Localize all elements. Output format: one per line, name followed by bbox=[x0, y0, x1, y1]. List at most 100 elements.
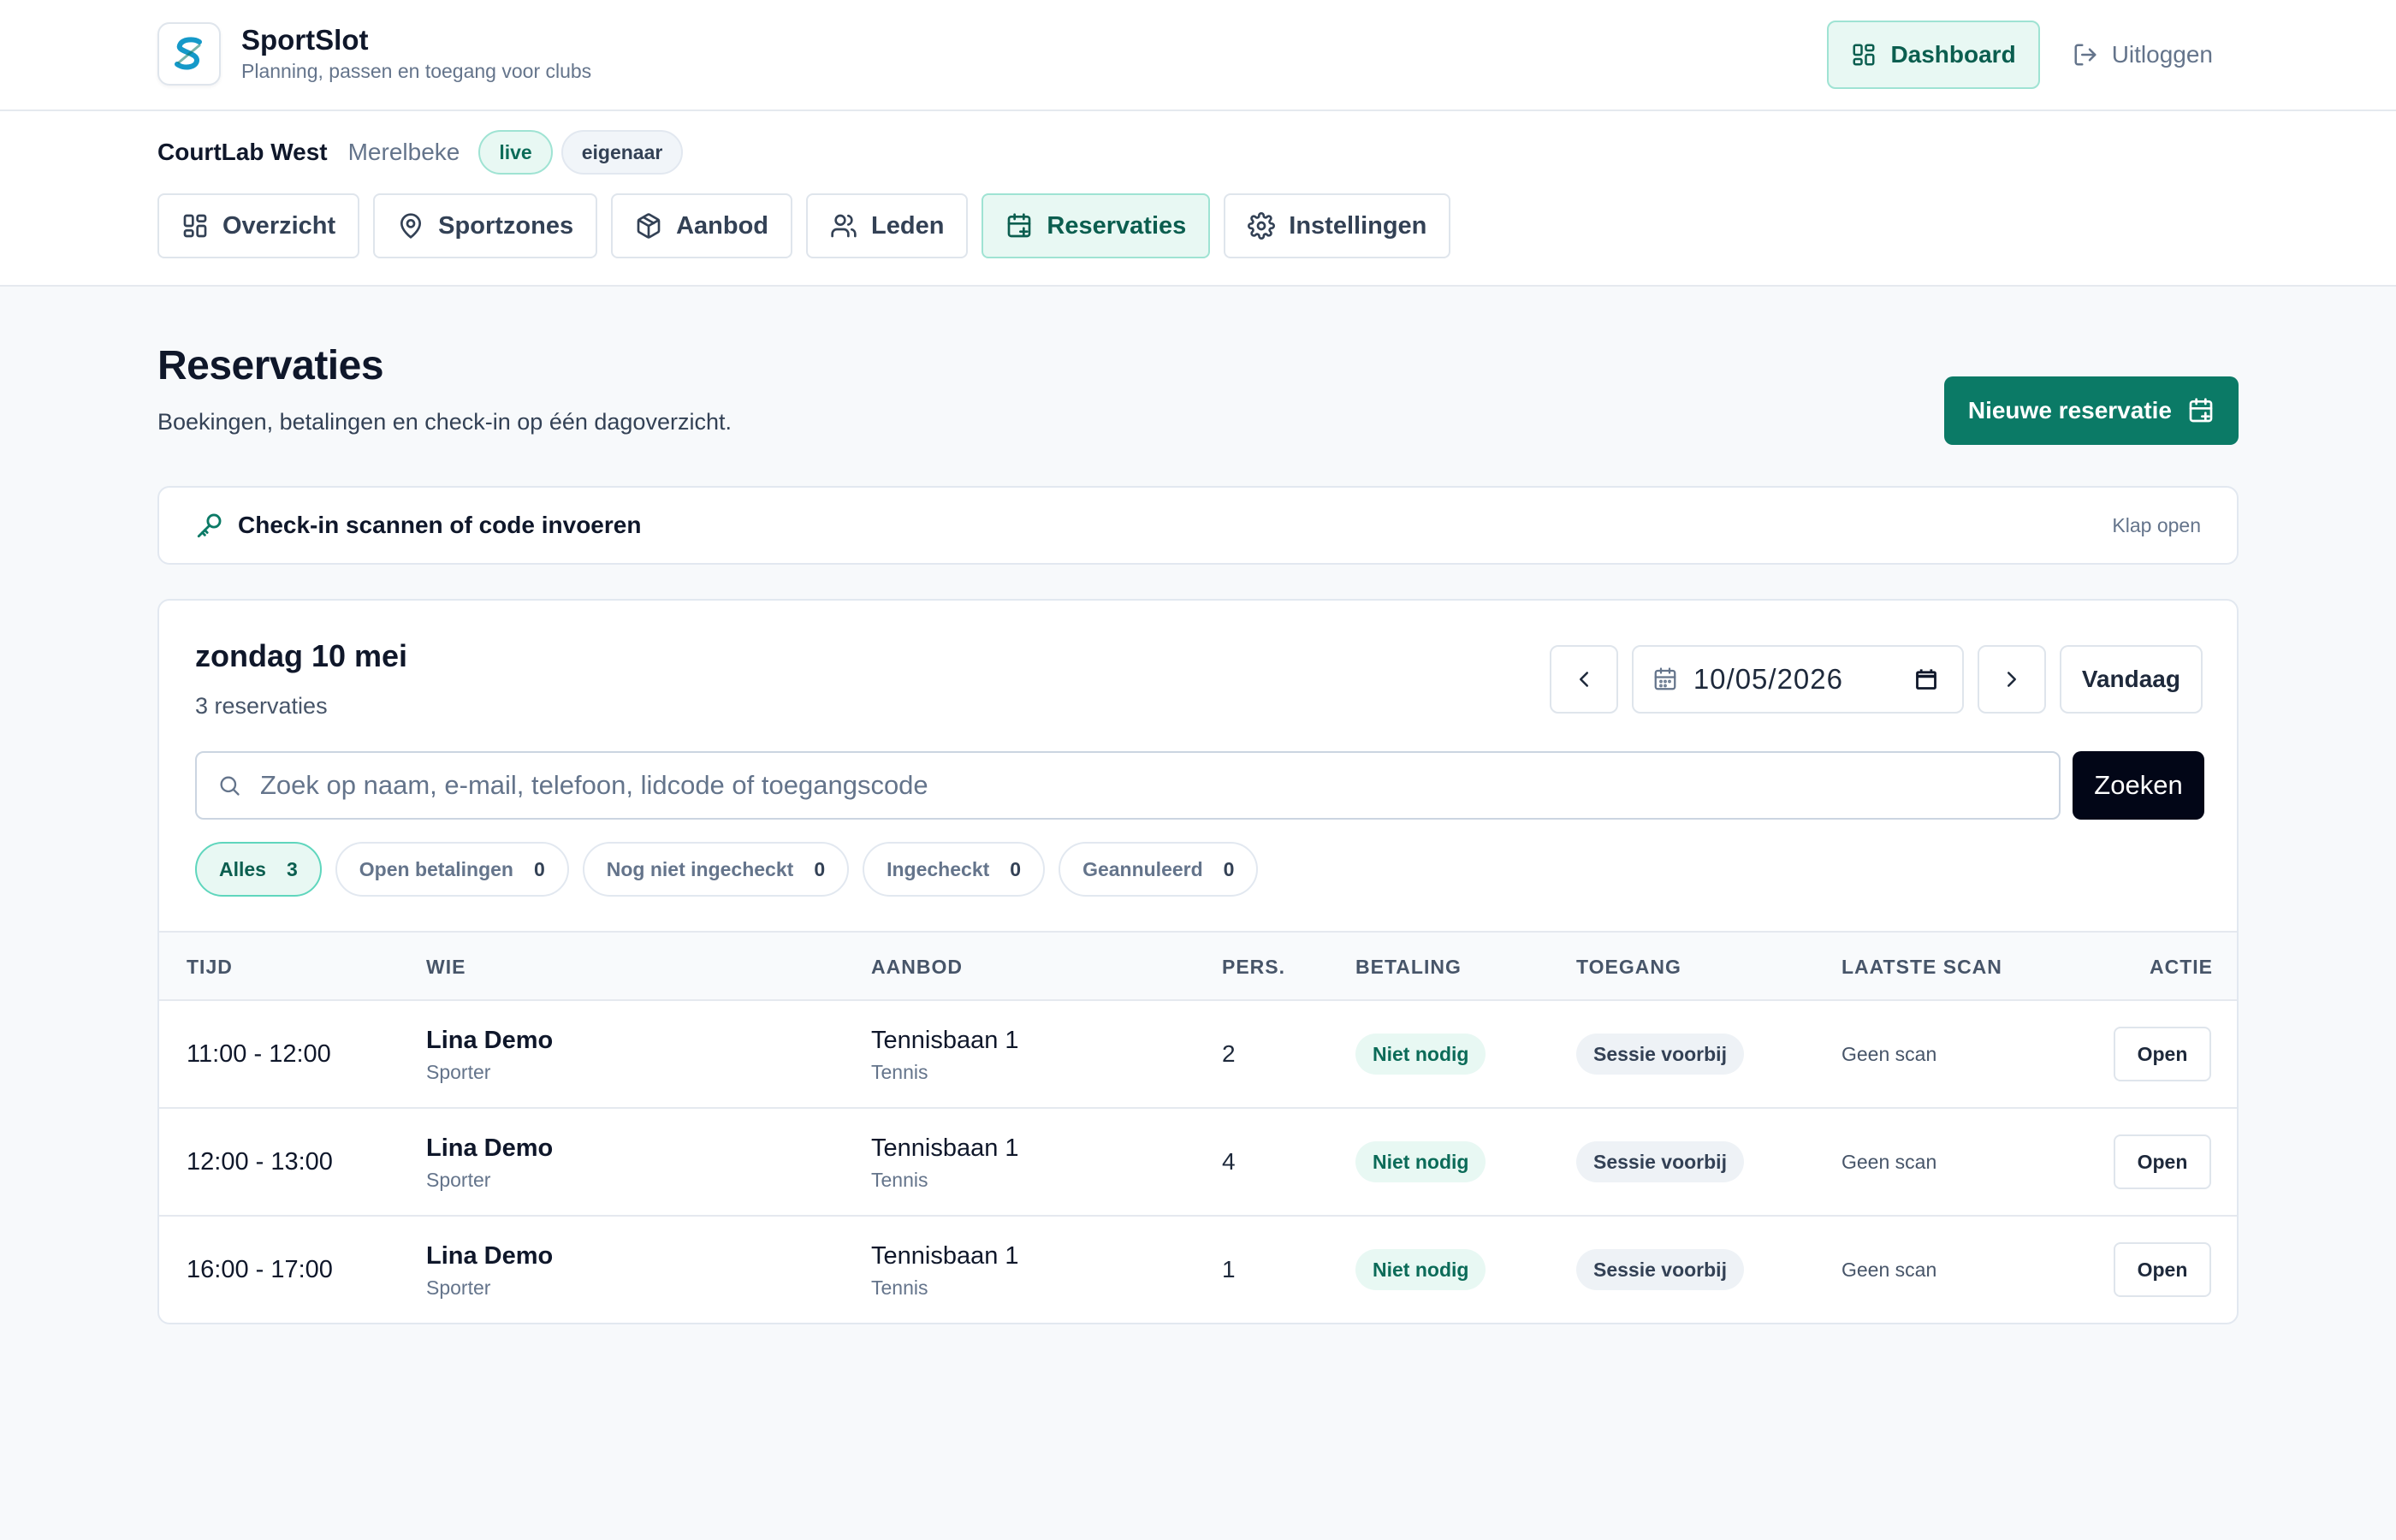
row-last-scan: Geen scan bbox=[1841, 1043, 1937, 1065]
brand-tagline: Planning, passen en toegang voor clubs bbox=[241, 60, 592, 82]
search-icon bbox=[220, 776, 240, 796]
previous-day-button[interactable] bbox=[1549, 645, 1618, 714]
row-offer: Tennisbaan 1 Tennis bbox=[871, 1023, 1019, 1087]
grid-icon bbox=[1853, 44, 1875, 66]
header-last-scan[interactable]: LAATSTE SCAN bbox=[1841, 933, 2002, 1001]
open-button[interactable]: Open bbox=[2114, 1027, 2211, 1081]
tab-label: Reservaties bbox=[1047, 211, 1187, 240]
day-title: zondag 10 mei bbox=[195, 638, 408, 673]
header-offer[interactable]: AANBOD bbox=[871, 933, 963, 1001]
logout-icon bbox=[2074, 44, 2096, 66]
checkin-panel[interactable]: Check-in scannen of code invoeren Klap o… bbox=[157, 486, 2239, 565]
checkin-title: Check-in scannen of code invoeren bbox=[238, 512, 642, 538]
next-day-button[interactable] bbox=[1977, 645, 2046, 714]
offer-sport: Tennis bbox=[871, 1276, 928, 1299]
calendar-plus-icon bbox=[2189, 398, 2213, 423]
header-time[interactable]: TIJD bbox=[187, 933, 233, 1001]
access-badge: Sessie voorbij bbox=[1576, 1141, 1744, 1182]
expand-toggle[interactable]: Klap open bbox=[2112, 514, 2201, 537]
users-icon bbox=[831, 214, 857, 238]
offer-name: Tennisbaan 1 bbox=[871, 1242, 1019, 1270]
table-row[interactable]: 11:00 - 12:00 Lina Demo Sporter Tennisba… bbox=[159, 1001, 2237, 1109]
club-name: CourtLab West bbox=[157, 139, 328, 165]
filter-count: 0 bbox=[1010, 857, 1022, 880]
grid-icon bbox=[183, 214, 207, 238]
tab-label: Overzicht bbox=[222, 211, 336, 240]
tab-overzicht[interactable]: Overzicht bbox=[157, 193, 360, 258]
date-field[interactable]: 10/05/2026 bbox=[1631, 645, 1964, 714]
club-nav: Overzicht Sportzones Aanbod Leden Reserv… bbox=[157, 193, 1464, 258]
access-badge: Sessie voorbij bbox=[1576, 1034, 1744, 1075]
logout-label: Uitloggen bbox=[2111, 41, 2213, 68]
filter-label: Ingecheckt bbox=[887, 857, 990, 880]
row-time: 11:00 - 12:00 bbox=[187, 1040, 331, 1068]
tab-reservaties[interactable]: Reservaties bbox=[982, 193, 1211, 258]
open-button[interactable]: Open bbox=[2114, 1242, 2211, 1297]
search-input[interactable]: Zoek op naam, e-mail, telefoon, lidcode … bbox=[195, 751, 2061, 820]
offer-sport: Tennis bbox=[871, 1061, 928, 1083]
row-who: Lina Demo Sporter bbox=[426, 1023, 553, 1087]
today-button[interactable]: Vandaag bbox=[2059, 645, 2203, 714]
offer-name: Tennisbaan 1 bbox=[871, 1134, 1019, 1162]
header-persons[interactable]: PERS. bbox=[1222, 933, 1285, 1001]
tab-sportzones[interactable]: Sportzones bbox=[373, 193, 598, 258]
new-reservation-button[interactable]: Nieuwe reservatie bbox=[1943, 376, 2239, 445]
tab-leden[interactable]: Leden bbox=[806, 193, 969, 258]
tab-label: Leden bbox=[871, 211, 945, 240]
filter-count: 0 bbox=[1223, 857, 1235, 880]
search-placeholder: Zoek op naam, e-mail, telefoon, lidcode … bbox=[260, 770, 928, 800]
row-offer: Tennisbaan 1 Tennis bbox=[871, 1131, 1019, 1194]
table-header: TIJD WIE AANBOD PERS. BETALING TOEGANG L… bbox=[159, 931, 2237, 1001]
brand[interactable]: SportSlot Planning, passen en toegang vo… bbox=[157, 22, 591, 86]
filter-checked-in[interactable]: Ingecheckt 0 bbox=[863, 842, 1046, 897]
logout-button[interactable]: Uitloggen bbox=[2040, 21, 2239, 89]
table-row[interactable]: 12:00 - 13:00 Lina Demo Sporter Tennisba… bbox=[159, 1109, 2237, 1217]
dashboard-button[interactable]: Dashboard bbox=[1827, 21, 2040, 89]
filter-chips: Alles 3 Open betalingen 0 Nog niet ingeche… bbox=[195, 842, 1272, 897]
header-payment[interactable]: BETALING bbox=[1355, 933, 1462, 1001]
header-who[interactable]: WIE bbox=[426, 933, 466, 1001]
chevron-left-icon bbox=[1579, 672, 1588, 687]
filter-count: 0 bbox=[533, 857, 545, 880]
box-icon bbox=[637, 213, 661, 239]
header-action: ACTIE bbox=[2150, 956, 2213, 978]
row-offer: Tennisbaan 1 Tennis bbox=[871, 1239, 1019, 1302]
tab-aanbod[interactable]: Aanbod bbox=[611, 193, 793, 258]
row-time: 12:00 - 13:00 bbox=[187, 1148, 333, 1176]
filter-label: Alles bbox=[219, 857, 266, 880]
payment-badge: Niet nodig bbox=[1355, 1141, 1486, 1182]
filter-not-checked-in[interactable]: Nog niet ingecheckt 0 bbox=[582, 842, 850, 897]
filter-label: Geannuleerd bbox=[1082, 857, 1203, 880]
table-row[interactable]: 16:00 - 17:00 Lina Demo Sporter Tennisba… bbox=[159, 1217, 2237, 1323]
open-button[interactable]: Open bbox=[2114, 1134, 2211, 1189]
row-last-scan: Geen scan bbox=[1841, 1259, 1937, 1281]
map-pin-icon bbox=[400, 213, 422, 239]
brand-name: SportSlot bbox=[241, 24, 369, 56]
filter-open-payments[interactable]: Open betalingen 0 bbox=[335, 842, 569, 897]
reservations-card: zondag 10 mei 3 reservaties 10/05/2026 V… bbox=[157, 599, 2239, 1324]
member-role: Sporter bbox=[426, 1061, 491, 1083]
tab-instellingen[interactable]: Instellingen bbox=[1224, 193, 1451, 258]
status-badge: live bbox=[478, 130, 553, 175]
gear-icon bbox=[1248, 212, 1276, 240]
chevron-right-icon bbox=[2007, 672, 2016, 687]
calendar-picker-icon[interactable] bbox=[1914, 667, 1938, 691]
filter-cancelled[interactable]: Geannuleerd 0 bbox=[1059, 842, 1259, 897]
search-button[interactable]: Zoeken bbox=[2073, 751, 2204, 820]
top-header: SportSlot Planning, passen en toegang vo… bbox=[0, 0, 2396, 111]
offer-name: Tennisbaan 1 bbox=[871, 1027, 1019, 1054]
row-time: 16:00 - 17:00 bbox=[187, 1256, 333, 1283]
club-bar: CourtLab West Merelbeke live eigenaar Ov… bbox=[0, 111, 2396, 287]
row-last-scan: Geen scan bbox=[1841, 1151, 1937, 1173]
member-role: Sporter bbox=[426, 1276, 491, 1299]
tab-label: Sportzones bbox=[438, 211, 574, 240]
row-who: Lina Demo Sporter bbox=[426, 1131, 553, 1194]
calendar-plus-icon bbox=[1008, 213, 1031, 238]
header-access[interactable]: TOEGANG bbox=[1576, 933, 1681, 1001]
payment-badge: Niet nodig bbox=[1355, 1249, 1486, 1290]
member-name: Lina Demo bbox=[426, 1134, 554, 1162]
filter-all[interactable]: Alles 3 bbox=[195, 842, 322, 897]
page-title: Reservaties bbox=[157, 343, 384, 388]
access-badge: Sessie voorbij bbox=[1576, 1249, 1744, 1290]
member-name: Lina Demo bbox=[426, 1027, 554, 1054]
